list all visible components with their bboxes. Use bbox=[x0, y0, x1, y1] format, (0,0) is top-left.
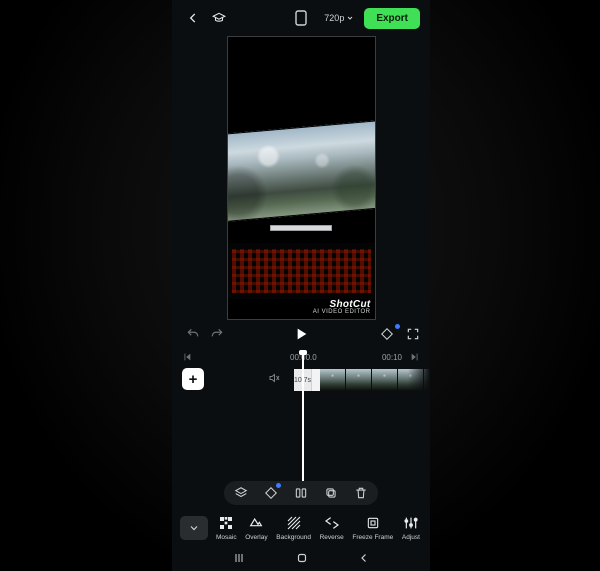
video-preview[interactable]: ShotCut AI VIDEO EDITOR bbox=[227, 36, 376, 320]
more-tools-button[interactable] bbox=[180, 516, 208, 540]
clip-left-handle[interactable] bbox=[312, 369, 320, 391]
skip-start-icon[interactable] bbox=[182, 352, 192, 362]
tool-label: Background bbox=[276, 534, 311, 541]
copy-icon[interactable] bbox=[324, 486, 338, 500]
transport-bar bbox=[172, 320, 430, 348]
clip-thumb bbox=[320, 369, 346, 391]
header-bar: 720p Export bbox=[172, 0, 430, 36]
app-frame: 720p Export ShotCut AI VIDEO EDITOR bbox=[172, 0, 430, 571]
aspect-ratio-icon[interactable] bbox=[295, 10, 307, 26]
edit-pill bbox=[224, 481, 378, 505]
tool-adjust[interactable]: Adjust bbox=[402, 515, 420, 541]
tool-mosaic[interactable]: Mosaic bbox=[216, 515, 237, 541]
fullscreen-icon[interactable] bbox=[406, 327, 420, 341]
background-icon bbox=[286, 515, 302, 531]
add-media-button[interactable]: + bbox=[182, 368, 204, 390]
tool-background[interactable]: Background bbox=[276, 515, 311, 541]
clip-thumb bbox=[346, 369, 372, 391]
keyframe-icon[interactable] bbox=[380, 327, 394, 341]
watermark: ShotCut AI VIDEO EDITOR bbox=[313, 299, 371, 315]
reverse-icon bbox=[324, 515, 340, 531]
keyframe-badge-icon bbox=[395, 324, 400, 329]
effects-icon[interactable] bbox=[264, 486, 278, 500]
back-icon[interactable] bbox=[186, 11, 200, 25]
tool-label: Mosaic bbox=[216, 534, 237, 541]
freeze-icon bbox=[365, 515, 381, 531]
split-icon[interactable] bbox=[294, 486, 308, 500]
mute-icon[interactable] bbox=[268, 372, 280, 384]
bottom-toolbar: Mosaic Overlay Background Reverse Freeze Fra… bbox=[172, 507, 430, 549]
redo-icon[interactable] bbox=[210, 327, 224, 341]
tool-reverse[interactable]: Reverse bbox=[320, 515, 344, 541]
delete-icon[interactable] bbox=[354, 486, 368, 500]
mosaic-icon bbox=[218, 515, 234, 531]
skip-end-icon[interactable] bbox=[410, 352, 420, 362]
tool-label: Overlay bbox=[245, 534, 267, 541]
chevron-down-icon bbox=[346, 14, 354, 22]
tutorial-icon[interactable] bbox=[212, 11, 226, 25]
tool-label: Reverse bbox=[320, 534, 344, 541]
tool-overlay[interactable]: Overlay bbox=[245, 515, 267, 541]
preview-area: ShotCut AI VIDEO EDITOR bbox=[172, 36, 430, 320]
resolution-selector[interactable]: 720p bbox=[324, 13, 354, 23]
preview-progress-bar bbox=[270, 225, 332, 231]
resolution-label: 720p bbox=[324, 13, 344, 23]
system-nav-bar bbox=[172, 549, 430, 571]
export-button[interactable]: Export bbox=[364, 8, 420, 29]
adjust-icon bbox=[403, 515, 419, 531]
timeline-row: + 10.7s bbox=[172, 366, 430, 396]
total-duration: 00:10 bbox=[382, 353, 402, 362]
clip-strip[interactable]: 10.7s bbox=[294, 369, 430, 391]
preview-lower-content bbox=[228, 243, 375, 299]
home-nav-icon[interactable] bbox=[295, 551, 309, 570]
preview-clip-content bbox=[227, 120, 376, 222]
tool-freeze[interactable]: Freeze Frame bbox=[352, 515, 393, 541]
play-button[interactable] bbox=[293, 326, 309, 342]
clip-thumb bbox=[372, 369, 398, 391]
clip-thumb bbox=[398, 369, 424, 391]
tool-label: Adjust bbox=[402, 534, 420, 541]
tool-label: Freeze Frame bbox=[352, 534, 393, 541]
clip-thumb bbox=[424, 369, 430, 391]
effects-badge-icon bbox=[276, 483, 281, 488]
layer-icon[interactable] bbox=[234, 486, 248, 500]
back-nav-icon[interactable] bbox=[358, 551, 370, 569]
overlay-icon bbox=[248, 515, 264, 531]
playhead[interactable] bbox=[302, 352, 304, 502]
recents-nav-icon[interactable] bbox=[232, 551, 246, 569]
undo-icon[interactable] bbox=[186, 327, 200, 341]
watermark-tagline: AI VIDEO EDITOR bbox=[313, 309, 371, 315]
clip-thumbnails bbox=[320, 369, 430, 391]
